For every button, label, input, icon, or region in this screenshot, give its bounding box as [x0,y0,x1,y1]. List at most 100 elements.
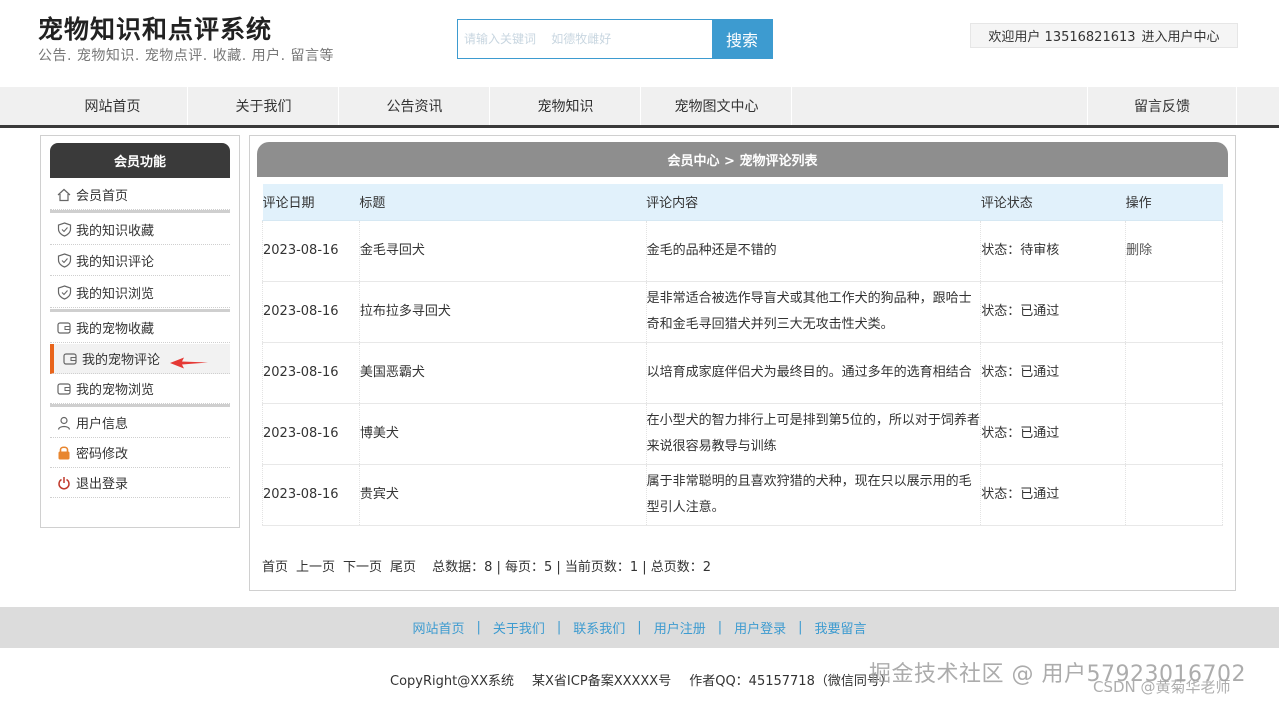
breadcrumb: 会员中心 > 宠物评论列表 [257,142,1228,177]
shield-icon [56,285,72,301]
cell-title: 博美犬 [359,403,647,465]
column-header-status: 评论状态 [980,184,1126,221]
cell-date: 2023-08-16 [262,342,360,404]
pager-next[interactable]: 下一页 [343,556,382,575]
column-header-title: 标题 [359,184,647,221]
sidebar-item-user-info[interactable]: 用户信息 [50,408,230,438]
sidebar-item-label: 退出登录 [76,477,129,492]
table-row: 2023-08-16 金毛寻回犬 金毛的品种还是不错的 状态：待审核 删除 [262,220,1223,282]
pager-prev[interactable]: 上一页 [296,556,335,575]
cell-action [1125,403,1223,465]
cell-status: 状态：已通过 [980,403,1127,465]
nav-item-feedback[interactable]: 留言反馈 [1087,87,1237,125]
cell-action [1125,342,1223,404]
cell-content: 是非常适合被选作导盲犬或其他工作犬的狗品种，跟哈士奇和金毛寻回猎犬并列三大无攻击… [646,281,982,343]
author-text: 作者QQ：45157718（微信同号） [689,674,893,689]
nav-item-about[interactable]: 关于我们 [189,87,339,125]
copyright-text: CopyRight@XX系统 [390,674,515,689]
cell-date: 2023-08-16 [262,403,360,465]
cell-status: 状态：待审核 [980,220,1127,282]
user-icon [56,415,72,431]
cell-date: 2023-08-16 [262,220,360,282]
table-row: 2023-08-16 贵宾犬 属于非常聪明的且喜欢狩猎的犬种，现在只以展示用的毛… [262,464,1223,526]
watermark-csdn: CSDN @黄菊华老师 [1093,678,1231,696]
pointer-arrow-icon [170,357,208,369]
sidebar-divider [50,404,230,407]
nav-item-news[interactable]: 公告资讯 [340,87,490,125]
footer-link-home[interactable]: 网站首页 [412,618,464,637]
sidebar-item-label: 我的宠物浏览 [76,383,155,398]
sidebar-item-label: 我的宠物收藏 [76,322,155,337]
sidebar-divider [50,210,230,213]
site-title: 宠物知识和点评系统 [38,15,273,44]
power-icon [56,475,72,491]
cell-status: 状态：已通过 [980,464,1127,526]
sidebar-item-pet-favorites[interactable]: 我的宠物收藏 [50,313,230,343]
footer-link-register[interactable]: 用户注册 [654,618,706,637]
column-header-date: 评论日期 [262,184,360,221]
search-button[interactable]: 搜索 [712,20,772,58]
footer-copyright: CopyRight@XX系统 某X省ICP备案XXXXX号 作者QQ：45157… [390,670,893,689]
sidebar-item-logout[interactable]: 退出登录 [50,468,230,498]
welcome-text: 欢迎用户 13516821613 [988,30,1136,45]
sidebar-item-label: 我的宠物评论 [82,353,161,368]
cell-content: 金毛的品种还是不错的 [646,220,982,282]
table-row: 2023-08-16 拉布拉多寻回犬 是非常适合被选作导盲犬或其他工作犬的狗品种… [262,281,1223,343]
shield-icon [56,222,72,238]
cell-title: 美国恶霸犬 [359,342,647,404]
sidebar-title: 会员功能 [50,143,230,178]
cell-title: 拉布拉多寻回犬 [359,281,647,343]
sidebar-item-label: 我的知识评论 [76,255,155,270]
cell-status: 状态：已通过 [980,281,1127,343]
cell-date: 2023-08-16 [262,464,360,526]
footer-links: 网站首页 | 关于我们 | 联系我们 | 用户注册 | 用户登录 | 我要留言 [0,607,1279,648]
home-icon [56,187,72,203]
sidebar-item-label: 我的知识收藏 [76,224,155,239]
nav-item-gallery[interactable]: 宠物图文中心 [642,87,792,125]
comment-table: 评论日期 标题 评论内容 评论状态 操作 2023-08-16 金毛寻回犬 金毛… [262,184,1223,526]
column-header-action: 操作 [1125,184,1223,221]
cell-content: 在小型犬的智力排行上可是排到第5位的，所以对于饲养者来说很容易教导与训练 [646,403,982,465]
cell-title: 贵宾犬 [359,464,647,526]
delete-link[interactable]: 删除 [1126,243,1152,258]
cell-content: 以培育成家庭伴侣犬为最终目的。通过多年的选育相结合 [646,342,982,404]
footer-link-contact[interactable]: 联系我们 [573,618,625,637]
cell-status: 状态：已通过 [980,342,1127,404]
wallet-icon [62,351,78,367]
sidebar-item-pet-history[interactable]: 我的宠物浏览 [50,374,230,404]
site-subtitle: 公告. 宠物知识. 宠物点评. 收藏. 用户. 留言等 [38,48,335,64]
search-input[interactable] [458,20,712,58]
footer-link-about[interactable]: 关于我们 [493,618,545,637]
sidebar-item-member-home[interactable]: 会员首页 [50,180,230,210]
sidebar-item-change-password[interactable]: 密码修改 [50,438,230,468]
pagination: 首页 上一页 下一页 尾页 总数据：8 | 每页：5 | 当前页数：1 | 总页… [262,556,711,575]
wallet-icon [56,381,72,397]
user-center-link[interactable]: 进入用户中心 [1142,26,1220,45]
sidebar-item-knowledge-comments[interactable]: 我的知识评论 [50,246,230,276]
sidebar-item-label: 我的知识浏览 [76,287,155,302]
cell-title: 金毛寻回犬 [359,220,647,282]
cell-action [1125,464,1223,526]
footer-separator: | [717,620,723,635]
search-box: 搜索 [457,19,773,59]
sidebar-item-label: 用户信息 [76,417,129,432]
main-nav: 网站首页 关于我们 公告资讯 宠物知识 宠物图文中心 留言反馈 [0,87,1279,128]
column-header-content: 评论内容 [646,184,981,221]
sidebar-item-label: 密码修改 [76,447,129,462]
footer-separator: | [637,620,642,635]
sidebar-item-knowledge-favorites[interactable]: 我的知识收藏 [50,215,230,245]
footer-link-message[interactable]: 我要留言 [815,618,867,637]
table-row: 2023-08-16 博美犬 在小型犬的智力排行上可是排到第5位的，所以对于饲养… [262,403,1223,465]
pager-last[interactable]: 尾页 [390,556,416,575]
nav-item-home[interactable]: 网站首页 [38,87,188,125]
pager-first[interactable]: 首页 [262,556,288,575]
pager-summary: 总数据：8 | 每页：5 | 当前页数：1 | 总页数：2 [432,560,712,575]
cell-date: 2023-08-16 [262,281,360,343]
shield-icon [56,253,72,269]
nav-item-knowledge[interactable]: 宠物知识 [491,87,641,125]
footer-link-login[interactable]: 用户登录 [734,618,786,637]
footer-separator: | [798,620,803,635]
wallet-icon [56,320,72,336]
table-header-row: 评论日期 标题 评论内容 评论状态 操作 [262,184,1223,221]
sidebar-item-knowledge-history[interactable]: 我的知识浏览 [50,278,230,308]
